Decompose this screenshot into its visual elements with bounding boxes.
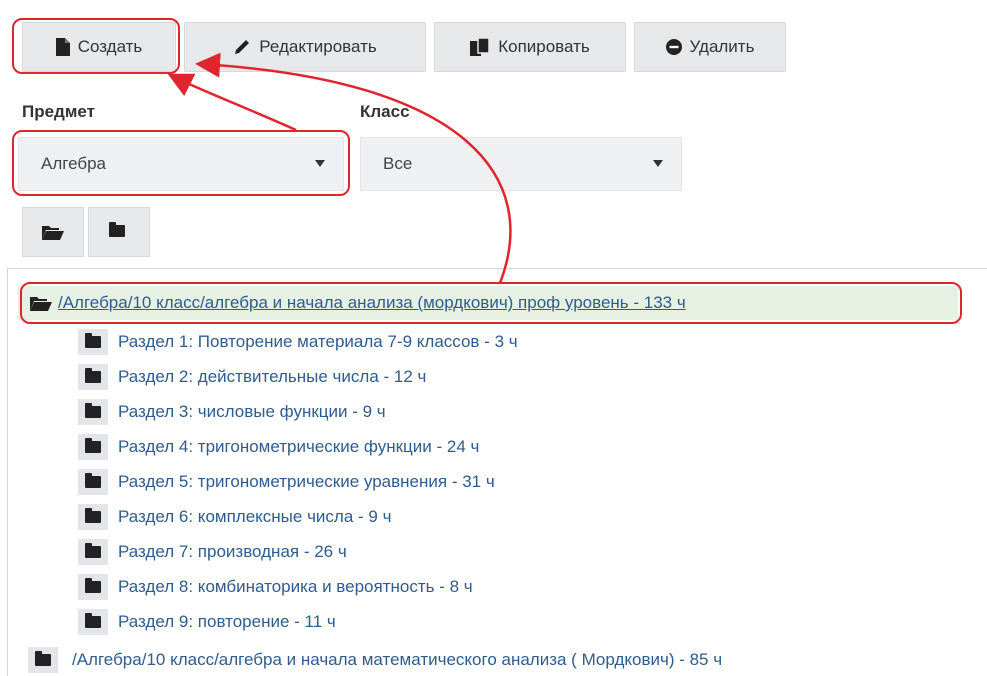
tree-root-selected[interactable]: /Алгебра/10 класс/алгебра и начала анали… [18,286,958,320]
tree-section-label: Раздел 8: комбинаторика и вероятность - … [118,577,473,596]
tree-section-7[interactable]: Раздел 7: производная - 26 ч [78,537,347,567]
tree-section-label: Раздел 1: Повторение материала 7-9 класс… [118,332,518,351]
folder-icon [85,578,101,593]
folder-icon [85,403,101,418]
tree-section-5[interactable]: Раздел 5: тригонометрические уравнения -… [78,467,495,497]
tree-section-label: Раздел 5: тригонометрические уравнения -… [118,472,495,491]
subject-select-value: Алгебра [41,154,106,173]
tree-section-label: Раздел 3: числовые функции - 9 ч [118,402,386,421]
caret-down-icon [315,160,325,167]
folder-icon-box [78,364,108,390]
create-button[interactable]: Создать [22,22,176,72]
caret-down-icon [653,160,663,167]
folder-open-icon [42,226,64,240]
folder-icon [85,368,101,383]
folder-icon [35,651,51,666]
minus-circle-icon [665,39,682,55]
tree-section-1[interactable]: Раздел 1: Повторение материала 7-9 класс… [78,327,518,357]
folder-icon [85,543,101,558]
folder-icon [109,221,129,240]
edit-button-label: Редактировать [259,37,377,56]
expand-all-button[interactable] [22,207,84,257]
tree-section-label: Раздел 6: комплексные числа - 9 ч [118,507,392,526]
collapse-all-button[interactable] [88,207,150,257]
folder-icon-box [78,329,108,355]
tree-section-label: Раздел 2: действительные числа - 12 ч [118,367,427,386]
copy-button-label: Копировать [498,37,590,56]
tree-root-label[interactable]: /Алгебра/10 класс/алгебра и начала анали… [58,293,686,313]
folder-icon-box [78,434,108,460]
folder-icon-box [78,504,108,530]
folder-icon [85,473,101,488]
copy-icon [470,38,490,56]
tree-root-collapsed[interactable]: /Алгебра/10 класс/алгебра и начала матем… [28,645,722,675]
tree-root-collapsed-label: /Алгебра/10 класс/алгебра и начала матем… [72,650,723,669]
file-icon [55,38,70,56]
tree-section-label: Раздел 9: повторение - 11 ч [118,612,336,631]
folder-icon [85,333,101,348]
delete-button-label: Удалить [689,37,755,56]
copy-button[interactable]: Копировать [434,22,626,72]
tree-section-6[interactable]: Раздел 6: комплексные числа - 9 ч [78,502,391,532]
folder-icon-box [78,399,108,425]
class-label: Класс [360,102,410,121]
edit-button[interactable]: Редактировать [184,22,426,72]
tree-section-8[interactable]: Раздел 8: комбинаторика и вероятность - … [78,572,473,602]
create-button-label: Создать [77,37,143,56]
folder-icon-box [78,574,108,600]
class-select-value: Все [383,154,413,173]
folder-open-icon [30,297,52,311]
folder-icon-box [78,539,108,565]
arrow-from-subject [167,73,297,132]
delete-button[interactable]: Удалить [634,22,786,72]
subject-select[interactable]: Алгебра [18,137,344,191]
folder-icon [85,508,101,523]
tree-section-4[interactable]: Раздел 4: тригонометрические функции - 2… [78,432,479,462]
folder-icon [85,613,101,628]
tree-section-label: Раздел 7: производная - 26 ч [118,542,347,561]
folder-icon [85,438,101,453]
folder-icon-box [78,469,108,495]
folder-icon-box [28,647,58,673]
pencil-icon [235,40,250,54]
subject-label: Предмет [22,102,95,121]
folder-icon-box [78,609,108,635]
tree-section-2[interactable]: Раздел 2: действительные числа - 12 ч [78,362,426,392]
class-select[interactable]: Все [360,137,682,191]
tree-section-3[interactable]: Раздел 3: числовые функции - 9 ч [78,397,386,427]
tree-section-label: Раздел 4: тригонометрические функции - 2… [118,437,480,456]
tree-section-9[interactable]: Раздел 9: повторение - 11 ч [78,607,336,637]
